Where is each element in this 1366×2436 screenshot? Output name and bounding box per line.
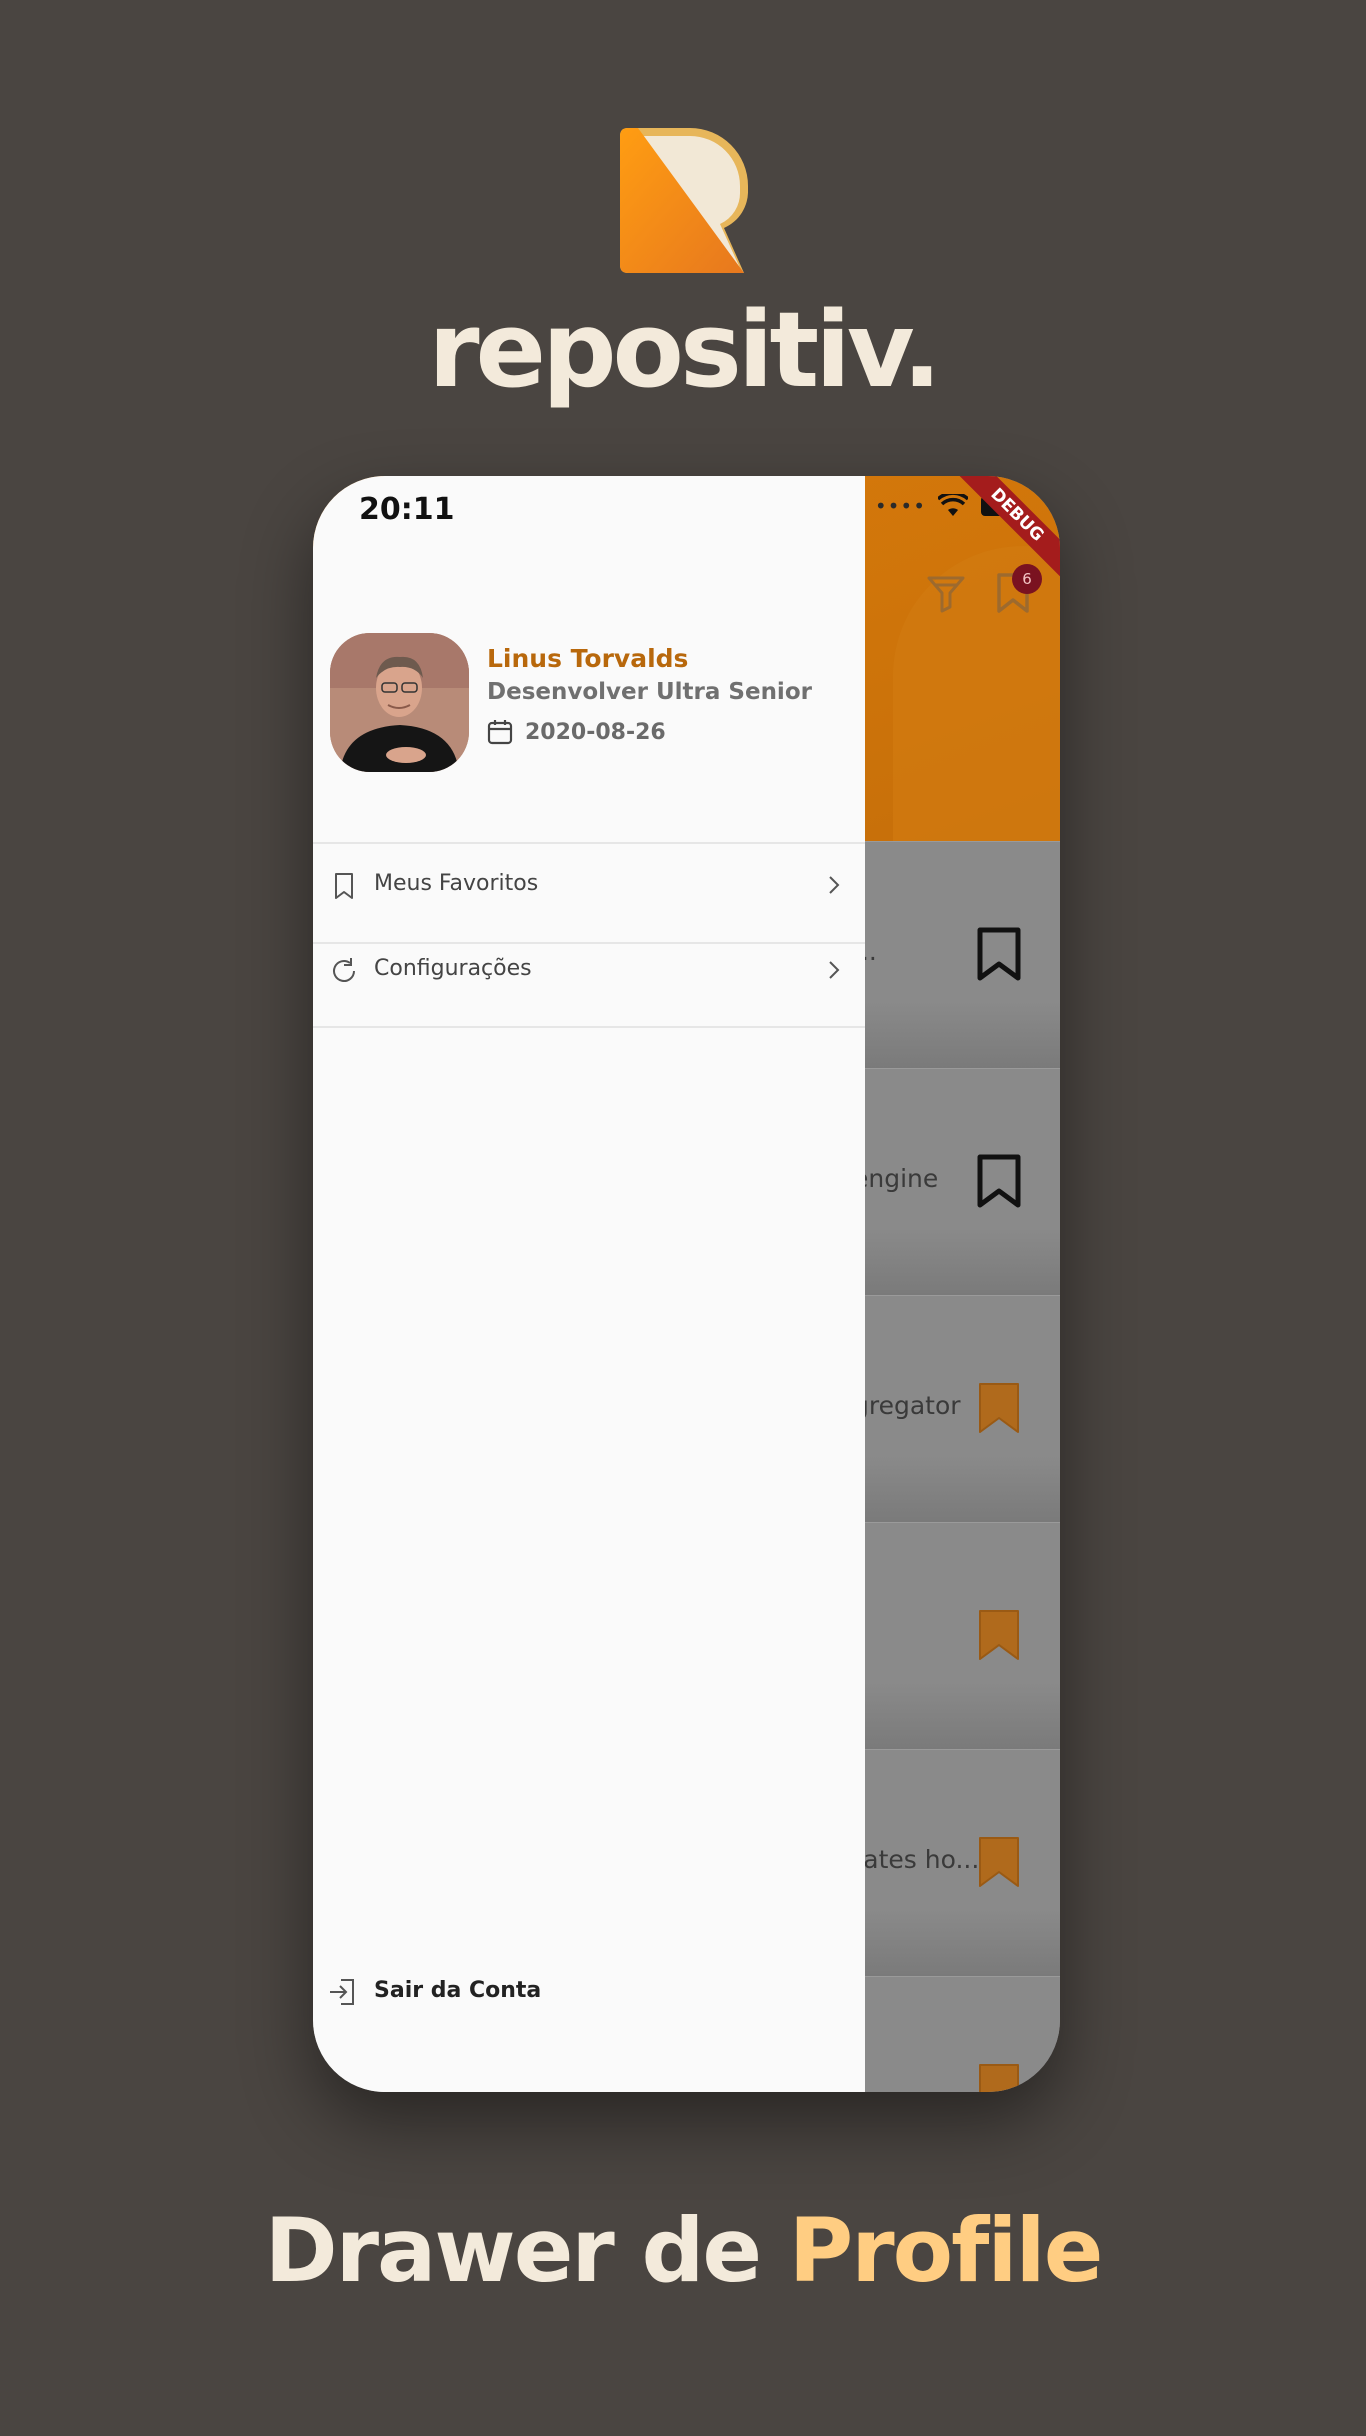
- bookmark-filled-icon[interactable]: [977, 1835, 1021, 1889]
- profile-date: 2020-08-26: [525, 719, 666, 745]
- caption-highlight: Profile: [788, 2199, 1104, 2302]
- filter-icon[interactable]: [926, 573, 966, 613]
- notification-badge: 6: [1012, 564, 1042, 594]
- profile-role: Desenvolver Ultra Senior: [487, 679, 812, 705]
- phone-screen: •••• DEBUG 6 ... engine: [313, 476, 1060, 2092]
- refresh-icon: [333, 958, 355, 982]
- bookmark-outline-icon[interactable]: [977, 1154, 1021, 1208]
- logout-icon: [330, 1979, 354, 2005]
- list-item-title: gregator: [853, 1391, 961, 1420]
- menu-item-label: Configurações: [374, 956, 532, 981]
- bookmark-icon: [335, 873, 353, 899]
- chevron-right-icon: [829, 961, 840, 979]
- calendar-icon: [487, 720, 513, 745]
- logout-label: Sair da Conta: [374, 1978, 542, 2003]
- bookmark-filled-icon[interactable]: [977, 1381, 1021, 1435]
- caption-prefix: Drawer de: [264, 2199, 789, 2302]
- menu-item-label: Meus Favoritos: [374, 871, 539, 896]
- list-item-title: rates ho...: [853, 1845, 980, 1874]
- bookmark-filled-icon[interactable]: [977, 2062, 1021, 2092]
- avatar: [330, 633, 469, 772]
- status-time: 20:11: [359, 492, 455, 527]
- caption: Drawer de Profile: [0, 2196, 1366, 2306]
- repositiv-logo-icon: [620, 128, 748, 273]
- profile-date-row: 2020-08-26: [487, 719, 666, 745]
- wifi-icon: [938, 494, 968, 516]
- profile-drawer: 20:11 Linus Torvalds Desenvolver Ultra S…: [313, 476, 865, 2092]
- bookmark-filled-icon[interactable]: [977, 1608, 1021, 1662]
- list-item-title: engine: [853, 1164, 939, 1193]
- profile-name: Linus Torvalds: [487, 644, 689, 673]
- menu-item-settings[interactable]: Configurações: [313, 929, 865, 1013]
- signal-icon: ••••: [874, 494, 926, 518]
- menu-item-favorites[interactable]: Meus Favoritos: [313, 844, 865, 928]
- divider: [313, 1026, 865, 1028]
- chevron-right-icon: [829, 876, 840, 894]
- profile-photo-icon: [330, 633, 469, 772]
- logout-button[interactable]: Sair da Conta: [313, 1964, 865, 2020]
- brand-name: repositiv.: [428, 289, 941, 411]
- bookmark-outline-icon[interactable]: [977, 927, 1021, 981]
